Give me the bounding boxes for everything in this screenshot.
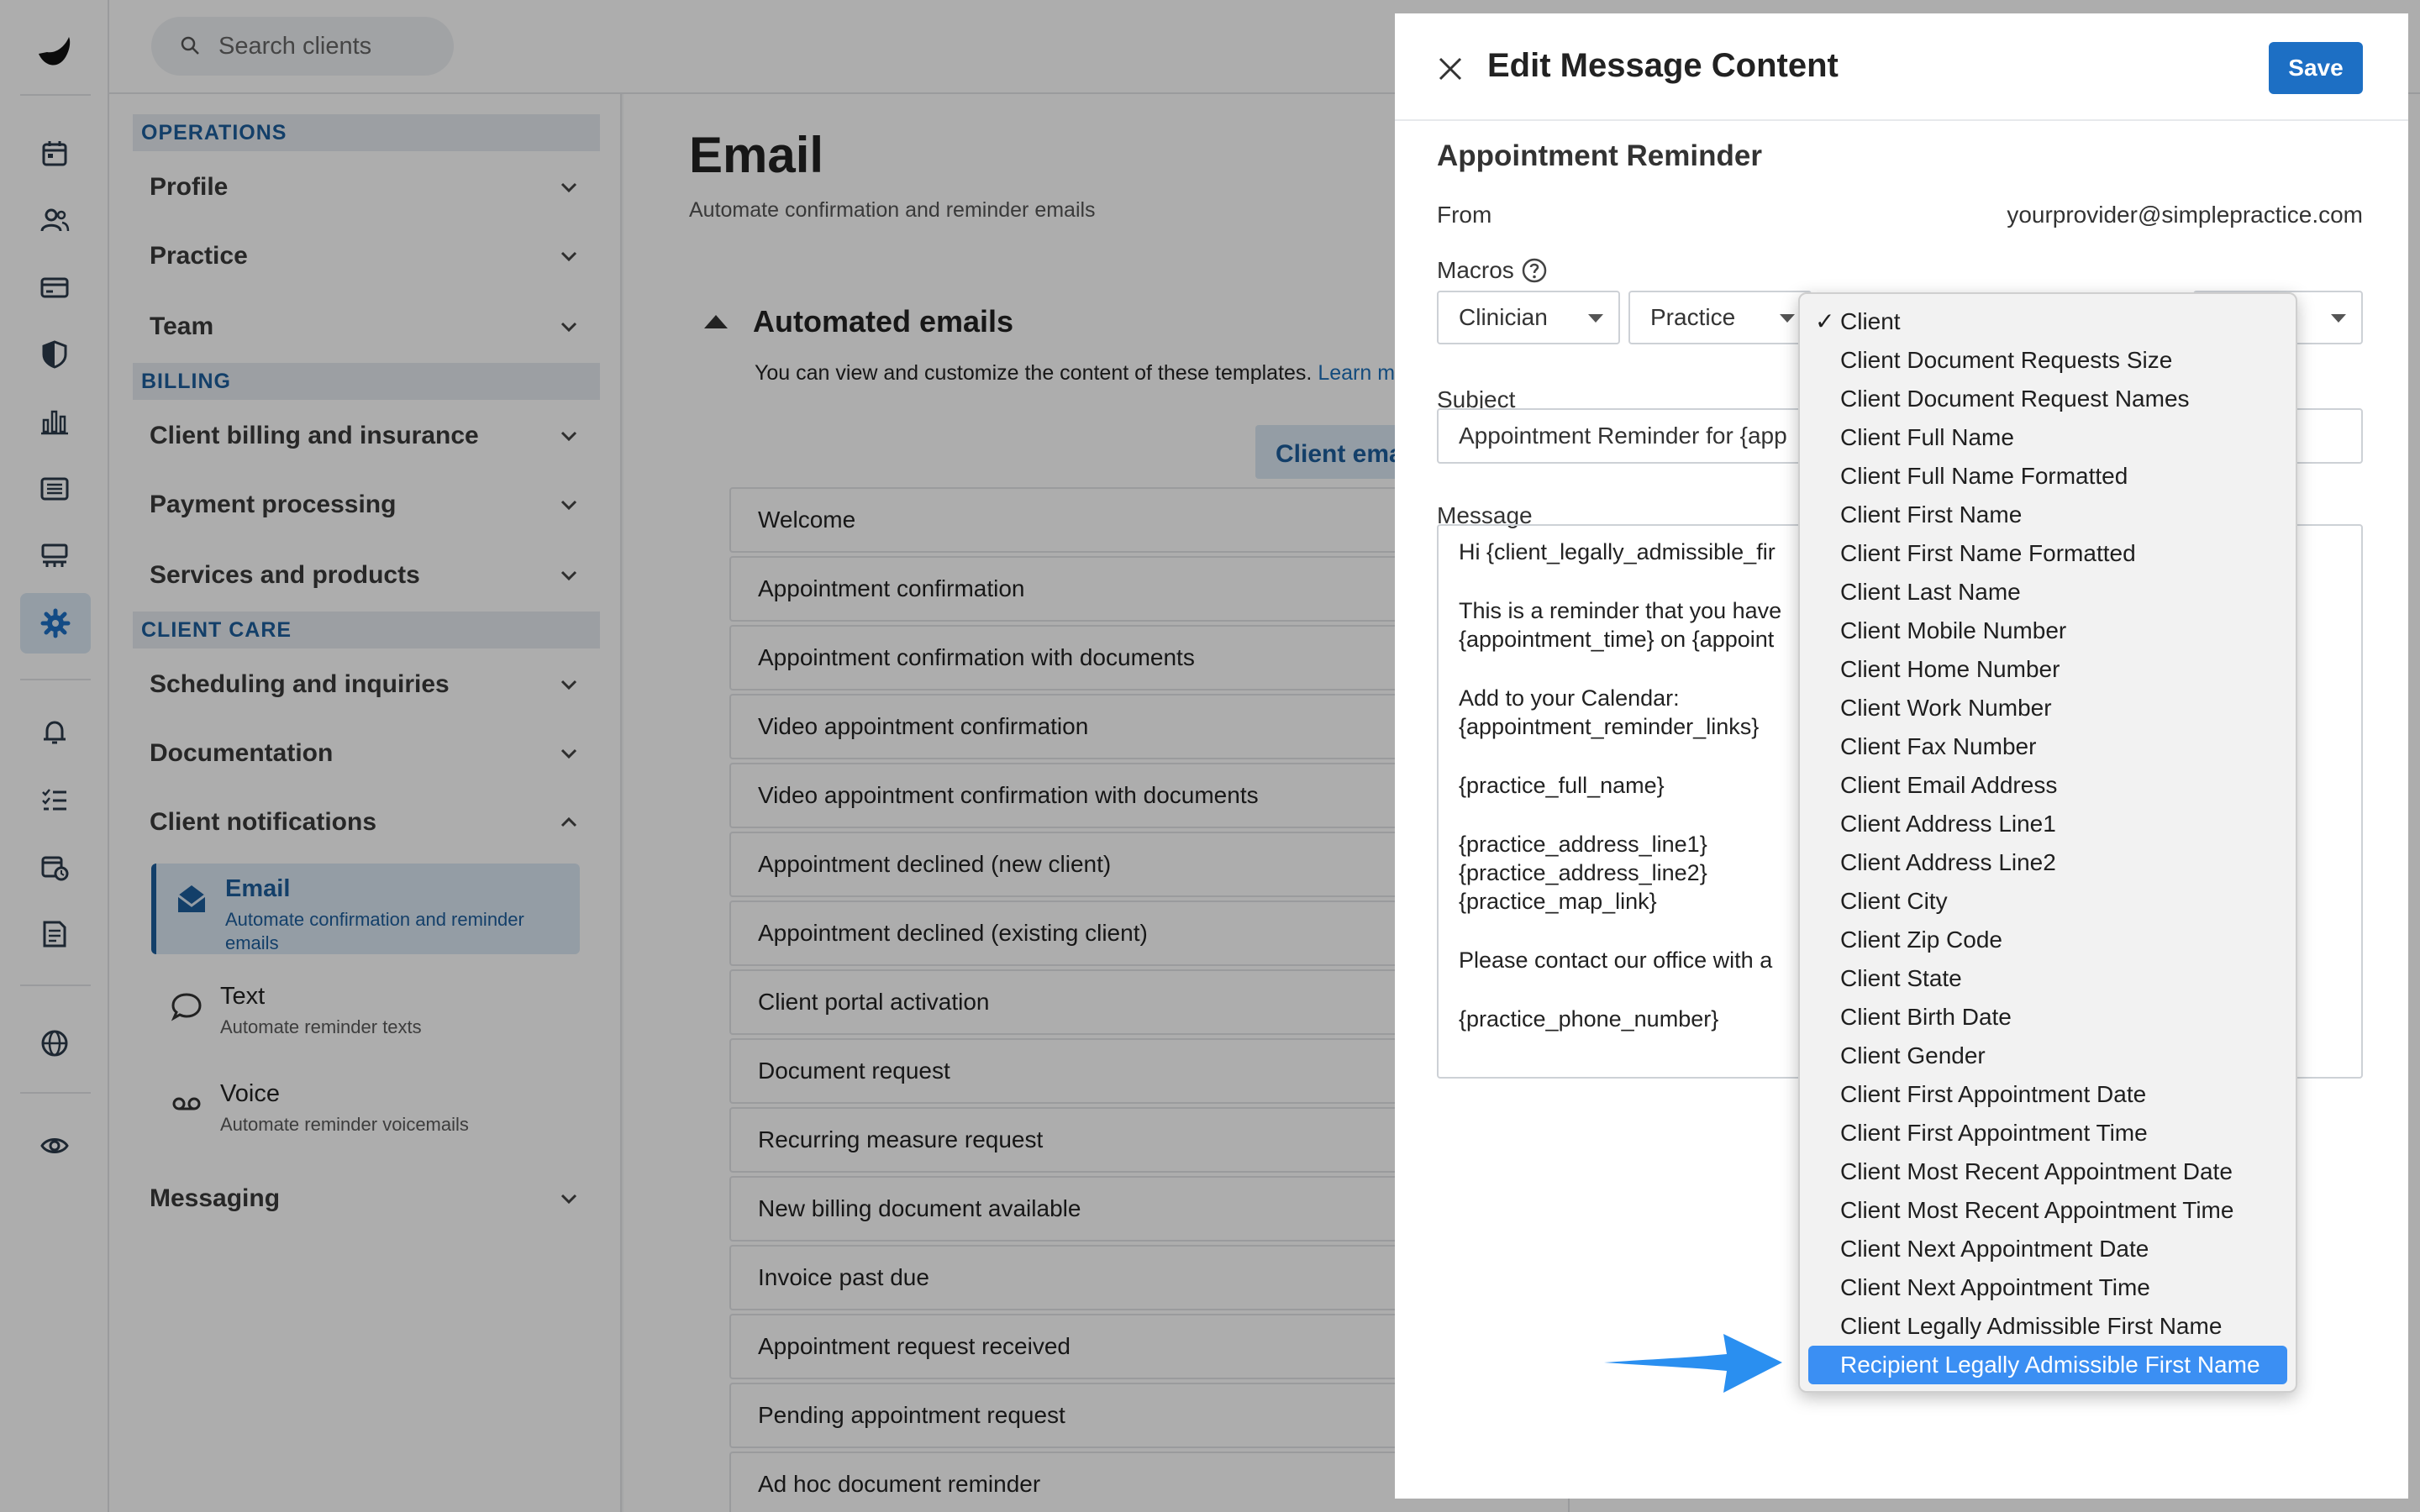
dropdown-option[interactable]: Client Home Number bbox=[1800, 650, 2296, 689]
dropdown-option-label: Client Next Appointment Time bbox=[1840, 1274, 2150, 1300]
template-name: Appointment Reminder bbox=[1437, 139, 1762, 172]
dropdown-option-label: Client First Name bbox=[1840, 501, 2023, 528]
dropdown-option-label: Client Zip Code bbox=[1840, 927, 2002, 953]
dropdown-option-label: Client Gender bbox=[1840, 1042, 1986, 1068]
dropdown-option[interactable]: Client Full Name bbox=[1800, 418, 2296, 457]
dropdown-option-label: Client State bbox=[1840, 965, 1962, 991]
dropdown-option[interactable]: Client Legally Admissible First Name bbox=[1800, 1307, 2296, 1346]
dropdown-option[interactable]: Client Mobile Number bbox=[1800, 612, 2296, 650]
dropdown-option-highlighted[interactable]: Recipient Legally Admissible First Name bbox=[1808, 1346, 2287, 1384]
dropdown-option-label: Client Fax Number bbox=[1840, 733, 2037, 759]
dropdown-option[interactable]: Client Address Line1 bbox=[1800, 805, 2296, 843]
dropdown-option[interactable]: Client Gender bbox=[1800, 1037, 2296, 1075]
dropdown-option-label: Client Document Requests Size bbox=[1840, 347, 2173, 373]
dropdown-option-label: Client Legally Admissible First Name bbox=[1840, 1313, 2223, 1339]
dropdown-option-label: Client Work Number bbox=[1840, 695, 2052, 721]
from-value: yourprovider@simplepractice.com bbox=[2007, 202, 2363, 228]
dropdown-option-label: Client bbox=[1840, 308, 1901, 334]
dropdown-option[interactable]: Client First Name bbox=[1800, 496, 2296, 534]
dropdown-option[interactable]: Client Most Recent Appointment Date bbox=[1800, 1152, 2296, 1191]
from-label: From bbox=[1437, 202, 1492, 228]
help-question-icon[interactable] bbox=[1521, 257, 1548, 284]
save-button[interactable]: Save bbox=[2269, 42, 2363, 94]
macro-clinician-select[interactable]: Clinician bbox=[1437, 291, 1620, 344]
dropdown-option[interactable]: Client Last Name bbox=[1800, 573, 2296, 612]
macro-client-dropdown[interactable]: ✓ Client Client Document Requests Size Clie… bbox=[1798, 292, 2297, 1393]
dropdown-option-label: Client Home Number bbox=[1840, 656, 2060, 682]
dropdown-option[interactable]: Client Email Address bbox=[1800, 766, 2296, 805]
dropdown-option[interactable]: Client Address Line2 bbox=[1800, 843, 2296, 882]
dropdown-option[interactable]: Client Next Appointment Date bbox=[1800, 1230, 2296, 1268]
dropdown-option[interactable]: Client State bbox=[1800, 959, 2296, 998]
dropdown-option[interactable]: Client Zip Code bbox=[1800, 921, 2296, 959]
close-icon[interactable] bbox=[1434, 52, 1467, 86]
dropdown-option-label: Client Mobile Number bbox=[1840, 617, 2067, 643]
dropdown-option[interactable]: Client First Appointment Time bbox=[1800, 1114, 2296, 1152]
dropdown-option-label: Client Email Address bbox=[1840, 772, 2058, 798]
dropdown-option-label: Client Address Line1 bbox=[1840, 811, 2056, 837]
dropdown-option-label: Recipient Legally Admissible First Name bbox=[1840, 1352, 2260, 1378]
dropdown-option[interactable]: Client Most Recent Appointment Time bbox=[1800, 1191, 2296, 1230]
dropdown-option[interactable]: Client Document Requests Size bbox=[1800, 341, 2296, 380]
dropdown-option-label: Client Last Name bbox=[1840, 579, 2021, 605]
dropdown-option-label: Client Most Recent Appointment Time bbox=[1840, 1197, 2234, 1223]
dropdown-option[interactable]: Client Document Request Names bbox=[1800, 380, 2296, 418]
dropdown-option-label: Client Document Request Names bbox=[1840, 386, 2190, 412]
dropdown-option[interactable]: Client Work Number bbox=[1800, 689, 2296, 727]
caret-down-icon bbox=[1780, 314, 1795, 323]
dropdown-option-label: Client Next Appointment Date bbox=[1840, 1236, 2149, 1262]
dropdown-option[interactable]: Client City bbox=[1800, 882, 2296, 921]
dropdown-option[interactable]: Client First Appointment Date bbox=[1800, 1075, 2296, 1114]
macro-clinician-value: Clinician bbox=[1459, 304, 1548, 330]
drawer-header: Edit Message Content Save bbox=[1395, 13, 2408, 121]
caret-down-icon bbox=[1588, 314, 1603, 323]
dropdown-option-label: Client Full Name bbox=[1840, 424, 2014, 450]
dropdown-option[interactable]: Client First Name Formatted bbox=[1800, 534, 2296, 573]
macro-practice-select[interactable]: Practice bbox=[1628, 291, 1812, 344]
dropdown-option-label: Client Address Line2 bbox=[1840, 849, 2056, 875]
macros-label-text: Macros bbox=[1437, 257, 1514, 283]
drawer-title: Edit Message Content bbox=[1487, 47, 1839, 84]
checkmark-icon: ✓ bbox=[1815, 308, 1835, 334]
dropdown-option-selected[interactable]: ✓ Client bbox=[1800, 302, 2296, 341]
macros-label: Macros bbox=[1437, 257, 1548, 284]
dropdown-option-label: Client Full Name Formatted bbox=[1840, 463, 2128, 489]
dropdown-option[interactable]: Client Full Name Formatted bbox=[1800, 457, 2296, 496]
dropdown-option-label: Client City bbox=[1840, 888, 1948, 914]
pointer-arrow-icon bbox=[1604, 1334, 1782, 1393]
dropdown-option-label: Client First Name Formatted bbox=[1840, 540, 2136, 566]
caret-down-icon bbox=[2331, 314, 2346, 323]
macro-practice-value: Practice bbox=[1650, 304, 1736, 330]
dropdown-option[interactable]: Client Fax Number bbox=[1800, 727, 2296, 766]
dropdown-option-label: Client Birth Date bbox=[1840, 1004, 2012, 1030]
dropdown-option-label: Client First Appointment Date bbox=[1840, 1081, 2147, 1107]
dropdown-option-label: Client First Appointment Time bbox=[1840, 1120, 2148, 1146]
dropdown-option[interactable]: Client Next Appointment Time bbox=[1800, 1268, 2296, 1307]
dropdown-option[interactable]: Client Birth Date bbox=[1800, 998, 2296, 1037]
dropdown-option-label: Client Most Recent Appointment Date bbox=[1840, 1158, 2233, 1184]
